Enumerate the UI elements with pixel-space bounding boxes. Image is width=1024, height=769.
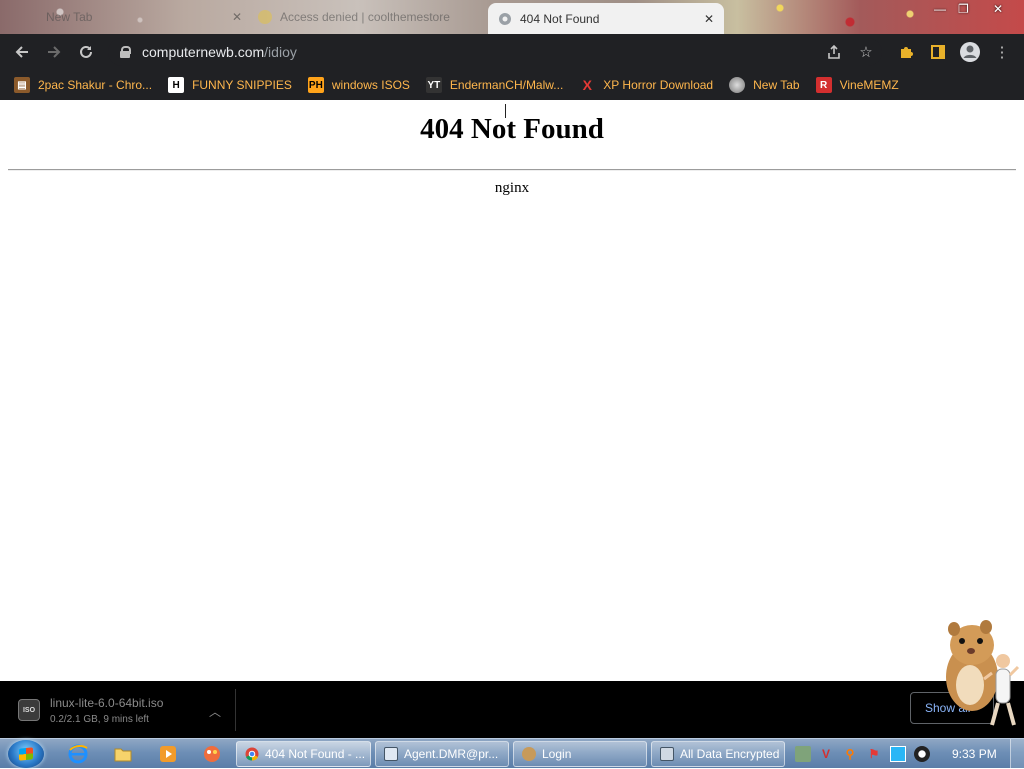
tab-404-not-found[interactable]: 404 Not Found ✕ xyxy=(488,3,724,34)
download-text: linux-lite-6.0-64bit.iso 0.2/2.1 GB, 9 m… xyxy=(50,696,163,725)
download-item[interactable]: ISO linux-lite-6.0-64bit.iso 0.2/2.1 GB,… xyxy=(10,689,236,731)
page-title: 404 Not Found xyxy=(420,113,604,145)
bookmark-label: FUNNY SNIPPIES xyxy=(192,78,292,92)
x-icon: X xyxy=(582,77,592,93)
ph-icon: PH xyxy=(307,77,324,93)
tab-new-tab[interactable]: New Tab ✕ xyxy=(24,4,242,30)
flag-icon[interactable]: ⚑ xyxy=(866,746,882,762)
bookmark-label: 2pac Shakur - Chro... xyxy=(38,78,153,92)
window-icon xyxy=(384,747,398,761)
arrow-right-icon xyxy=(48,46,61,58)
page-content: 404 Not Found nginx xyxy=(0,100,1024,681)
tab-label: Access denied | coolthemestore xyxy=(280,10,450,24)
dancing-hamster-icon xyxy=(946,620,1020,726)
tab-access-denied[interactable]: Access denied | coolthemestore xyxy=(258,4,476,30)
bookmark-label: New Tab xyxy=(753,78,800,92)
start-button[interactable] xyxy=(8,740,44,768)
tab-label: 404 Not Found xyxy=(520,11,600,26)
bookmark-funny-snippies[interactable]: H FUNNY SNIPPIES xyxy=(168,77,292,93)
back-button[interactable] xyxy=(6,36,38,68)
avatar-icon xyxy=(960,42,980,62)
internet-explorer-icon[interactable] xyxy=(68,744,88,764)
taskbar-item-agent[interactable]: Agent.DMR@pr... xyxy=(375,741,509,767)
network-icon[interactable] xyxy=(795,746,811,762)
minimize-icon[interactable]: — xyxy=(934,2,946,16)
star-icon: ☆ xyxy=(859,44,873,61)
taskbar-item-chrome[interactable]: 404 Not Found - ... xyxy=(236,741,371,767)
paint-icon[interactable] xyxy=(202,744,222,764)
arrow-left-icon xyxy=(15,46,28,58)
side-panel-button[interactable] xyxy=(924,38,952,66)
download-file-name: linux-lite-6.0-64bit.iso xyxy=(50,695,164,710)
show-desktop-button[interactable] xyxy=(1010,739,1024,769)
maximize-icon[interactable]: ❐ xyxy=(958,2,969,16)
search-icon[interactable]: ⚲ xyxy=(842,746,858,762)
globe-icon xyxy=(729,77,746,93)
tab-label: New Tab xyxy=(46,10,93,24)
share-button[interactable] xyxy=(820,38,848,66)
forward-button[interactable] xyxy=(38,36,70,68)
divider xyxy=(8,169,1016,171)
bookmark-label: XP Horror Download xyxy=(603,78,714,92)
download-shelf: ISO linux-lite-6.0-64bit.iso 0.2/2.1 GB,… xyxy=(0,681,1024,738)
chrome-icon xyxy=(245,747,259,761)
media-player-icon[interactable] xyxy=(158,744,178,764)
v-icon[interactable]: V xyxy=(818,746,834,762)
window-icon xyxy=(660,747,674,761)
iso-file-icon: ISO xyxy=(18,699,40,721)
bookmark-xp-horror[interactable]: X XP Horror Download xyxy=(579,77,714,93)
download-status: 0.2/2.1 GB, 9 mins left xyxy=(50,713,149,725)
volume-icon[interactable] xyxy=(914,746,930,762)
bookmark-label: VineMEMZ xyxy=(839,78,899,92)
address-bar[interactable]: computernewb.com/idioy xyxy=(108,38,882,66)
r-icon: R xyxy=(815,77,832,93)
task-label: All Data Encrypted xyxy=(680,747,780,761)
task-label: 404 Not Found - ... xyxy=(265,747,366,761)
share-icon xyxy=(828,44,840,59)
chevron-up-icon[interactable]: ︿ xyxy=(209,703,221,720)
url-host: computernewb.com xyxy=(142,44,265,60)
tab-strip: New Tab ✕ Access denied | coolthemestore… xyxy=(0,0,1024,34)
task-label: Agent.DMR@pr... xyxy=(404,747,499,761)
taskbar-item-encrypted[interactable]: All Data Encrypted xyxy=(651,741,785,767)
youtube-icon: YT xyxy=(425,77,442,93)
lock-icon[interactable] xyxy=(120,46,131,58)
window-close-icon[interactable]: ✕ xyxy=(993,2,1003,16)
profile-button[interactable] xyxy=(956,38,984,66)
menu-button[interactable]: ⋮ xyxy=(990,38,1014,66)
windows-taskbar: 404 Not Found - ... Agent.DMR@pr... Logi… xyxy=(0,738,1024,769)
puzzle-icon xyxy=(901,47,913,58)
url-text[interactable]: computernewb.com/idioy xyxy=(142,44,297,60)
reload-button[interactable] xyxy=(70,36,102,68)
task-label: Login xyxy=(542,747,572,761)
tab-favicon-icon xyxy=(258,10,272,24)
tab-favicon-icon xyxy=(499,12,511,25)
bookmark-windows-isos[interactable]: PH windows ISOS xyxy=(307,77,410,93)
bookmark-star-button[interactable]: ☆ xyxy=(852,38,880,66)
folder-icon[interactable] xyxy=(113,744,133,764)
close-icon[interactable]: ✕ xyxy=(232,10,242,24)
close-icon[interactable]: ✕ xyxy=(704,12,714,26)
bookmark-icon: ▤ xyxy=(14,77,30,93)
side-panel-icon xyxy=(931,45,945,59)
bookmark-label: windows ISOS xyxy=(331,78,410,92)
server-name: nginx xyxy=(494,180,530,196)
h-icon: H xyxy=(168,77,185,93)
url-path: /idioy xyxy=(264,44,297,60)
taskbar-item-login[interactable]: Login xyxy=(513,741,647,767)
reload-icon xyxy=(80,45,92,58)
bookmarks-bar: ▤ 2pac Shakur - Chro... H FUNNY SNIPPIES… xyxy=(0,70,1024,100)
login-icon xyxy=(522,747,536,761)
kebab-menu-icon: ⋮ xyxy=(994,44,1010,61)
clock[interactable]: 9:33 PM xyxy=(952,747,997,761)
bookmark-endermanch[interactable]: YT EndermanCH/Malw... xyxy=(425,77,564,93)
bookmark-new-tab[interactable]: New Tab xyxy=(729,77,800,93)
text-cursor-icon xyxy=(505,104,507,118)
extensions-button[interactable] xyxy=(892,38,920,66)
browser-toolbar: computernewb.com/idioy ☆ ⋮ xyxy=(0,34,1024,70)
monitor-icon[interactable] xyxy=(890,746,906,762)
bookmark-vinememz[interactable]: R VineMEMZ xyxy=(815,77,899,93)
bookmark-2pac[interactable]: ▤ 2pac Shakur - Chro... xyxy=(14,77,152,93)
bookmark-label: EndermanCH/Malw... xyxy=(449,78,564,92)
